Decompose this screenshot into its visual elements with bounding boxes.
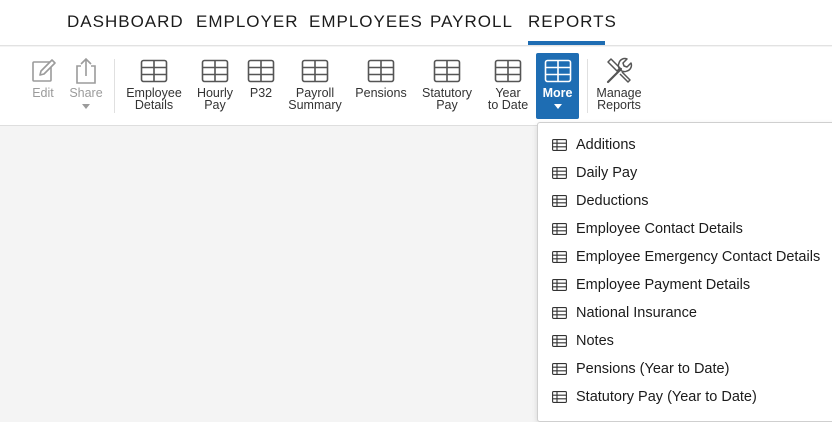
report-payroll-summary-button[interactable]: Payroll Summary <box>285 47 345 126</box>
report-label: Statutory Pay <box>421 86 473 112</box>
nav-dashboard[interactable]: DASHBOARD <box>67 11 184 33</box>
edit-button[interactable]: Edit <box>26 47 60 126</box>
table-icon <box>301 59 329 83</box>
more-reports-menu: Additions Daily Pay Deductions Employee … <box>537 122 832 422</box>
menu-item-label: Employee Contact Details <box>576 221 743 237</box>
nav-payroll[interactable]: PAYROLL <box>430 11 513 33</box>
table-icon <box>552 139 567 151</box>
report-statutory-pay-button[interactable]: Statutory Pay <box>418 47 476 126</box>
more-chevron-down-icon <box>553 104 562 109</box>
report-year-to-date-button[interactable]: Year to Date <box>483 47 533 126</box>
report-hourly-pay-button[interactable]: Hourly Pay <box>193 47 237 126</box>
nav-employer[interactable]: EMPLOYER <box>196 11 298 33</box>
more-label: More <box>542 86 573 100</box>
menu-item-label: Employee Payment Details <box>576 277 751 293</box>
tools-icon <box>606 57 633 84</box>
menu-item-additions[interactable]: Additions <box>538 131 832 159</box>
table-icon <box>247 59 275 83</box>
share-icon <box>76 57 96 84</box>
report-label: Pensions <box>355 86 407 100</box>
table-icon <box>552 307 567 319</box>
top-navigation: DASHBOARD EMPLOYER EMPLOYEES PAYROLL REP… <box>0 0 832 46</box>
table-icon <box>367 59 395 83</box>
menu-item-employee-contact-details[interactable]: Employee Contact Details <box>538 215 832 243</box>
menu-item-label: Employee Emergency Contact Details <box>576 249 821 265</box>
report-label: Year to Date <box>487 86 529 112</box>
edit-label: Edit <box>32 86 54 100</box>
nav-reports[interactable]: REPORTS <box>528 11 617 33</box>
table-icon <box>544 59 571 83</box>
menu-item-daily-pay[interactable]: Daily Pay <box>538 159 832 187</box>
table-icon <box>552 363 567 375</box>
menu-item-pensions-year-to-date[interactable]: Pensions (Year to Date) <box>538 355 832 383</box>
nav-employees[interactable]: EMPLOYEES <box>309 11 423 33</box>
menu-item-national-insurance[interactable]: National Insurance <box>538 299 832 327</box>
toolbar-divider <box>114 59 115 113</box>
table-icon <box>552 223 567 235</box>
report-label: Payroll Summary <box>288 86 342 112</box>
nav-active-indicator <box>528 41 605 45</box>
share-label: Share <box>69 86 103 100</box>
table-icon <box>140 59 168 83</box>
table-icon <box>552 335 567 347</box>
menu-item-label: Daily Pay <box>576 165 638 181</box>
share-chevron-down-icon <box>82 104 90 109</box>
menu-item-label: Statutory Pay (Year to Date) <box>576 389 757 405</box>
report-employee-details-button[interactable]: Employee Details <box>122 47 186 126</box>
table-icon <box>552 251 567 263</box>
menu-item-label: Deductions <box>576 193 649 209</box>
table-icon <box>552 391 567 403</box>
menu-item-label: Additions <box>576 137 636 153</box>
table-icon <box>552 167 567 179</box>
report-label: Employee Details <box>126 86 182 112</box>
toolbar-divider <box>587 59 588 113</box>
menu-item-label: National Insurance <box>576 305 697 321</box>
manage-reports-label: Manage Reports <box>596 86 642 112</box>
menu-item-statutory-pay-year-to-date[interactable]: Statutory Pay (Year to Date) <box>538 383 832 411</box>
menu-item-label: Notes <box>576 333 614 349</box>
table-icon <box>494 59 522 83</box>
report-pensions-button[interactable]: Pensions <box>352 47 410 126</box>
menu-item-label: Pensions (Year to Date) <box>576 361 730 377</box>
report-label: Hourly Pay <box>196 86 234 112</box>
table-icon <box>433 59 461 83</box>
menu-item-employee-payment-details[interactable]: Employee Payment Details <box>538 271 832 299</box>
table-icon <box>552 279 567 291</box>
menu-item-employee-emergency-contact-details[interactable]: Employee Emergency Contact Details <box>538 243 832 271</box>
manage-reports-button[interactable]: Manage Reports <box>592 47 646 126</box>
table-icon <box>552 195 567 207</box>
report-label: P32 <box>249 86 273 100</box>
more-reports-button[interactable]: More <box>536 53 579 119</box>
menu-item-deductions[interactable]: Deductions <box>538 187 832 215</box>
menu-item-notes[interactable]: Notes <box>538 327 832 355</box>
share-button[interactable]: Share <box>66 47 106 126</box>
report-p32-button[interactable]: P32 <box>243 47 279 126</box>
edit-icon <box>32 59 56 82</box>
table-icon <box>201 59 229 83</box>
reports-toolbar: Edit Share Employee Details Hourly Pay P… <box>0 47 832 126</box>
